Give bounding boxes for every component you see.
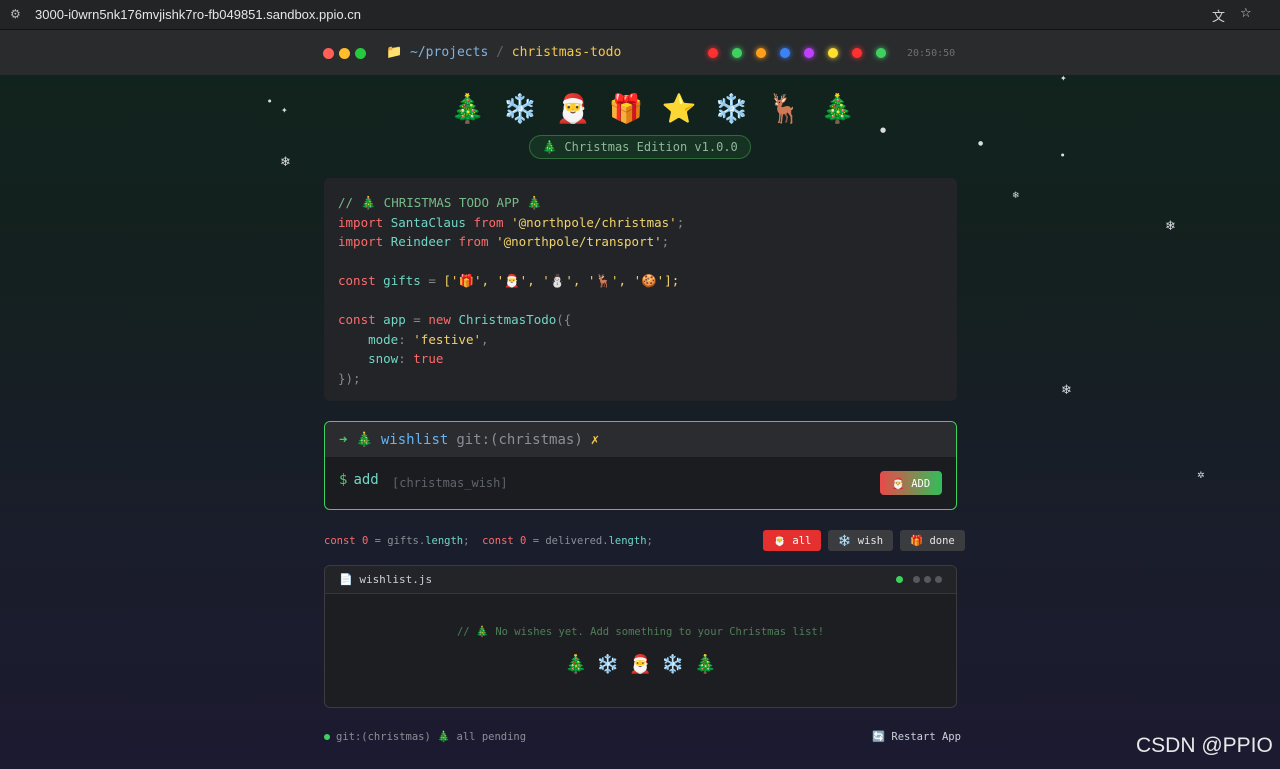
add-button[interactable]: 🎅 ADD <box>880 471 942 495</box>
snowflake-icon: ❄ <box>1061 383 1072 398</box>
light-bulb <box>708 48 718 58</box>
terminal-header: ➜ 🎄 wishlist git:(christmas) ✗ <box>325 422 956 457</box>
code-line: import Reindeer from '@northpole/transpo… <box>338 234 670 249</box>
code-line: mode: 'festive', <box>368 331 489 347</box>
light-bulb <box>852 48 862 58</box>
snowflake-icon: ● <box>978 140 984 147</box>
code-line: const gifts = ['🎁', '🎅', '⛄', '🦌', '🍪']; <box>338 273 680 288</box>
light-bulb <box>732 48 742 58</box>
snowflake-icon: ✦ <box>281 106 288 115</box>
light-bulb <box>780 48 790 58</box>
emoji: 🎅 <box>555 92 591 125</box>
restart-button[interactable]: 🔄 Restart App <box>872 730 961 743</box>
dirty-marker: ✗ <box>590 431 600 448</box>
code-comment: // 🎄 CHRISTMAS TODO APP 🎄 <box>338 195 543 210</box>
emoji: 🎄 <box>820 92 855 125</box>
git-branch: git:(christmas) <box>456 431 583 448</box>
code-line: const app = new ChristmasTodo({ <box>338 312 572 327</box>
light-bulb <box>804 48 814 58</box>
browser-toolbar: ⚙ 3000-i0wrn5nk176mvjishk7ro-fb049851.sa… <box>0 0 1280 30</box>
terminal-dir: wishlist <box>380 431 449 448</box>
version-badge: 🎄 Christmas Edition v1.0.0 <box>529 135 751 159</box>
wish-terminal: ➜ 🎄 wishlist git:(christmas) ✗ $add 🎅 AD… <box>324 421 957 510</box>
path-prefix: 📁 ~/projects <box>386 45 489 60</box>
snowflake-icon: ✦ <box>1060 74 1067 83</box>
status-dot <box>924 576 931 583</box>
empty-message: // 🎄 No wishes yet. Add something to you… <box>456 626 825 638</box>
emoji: 🎅 <box>629 654 652 675</box>
filter-group: 🎅 all ❄️ wish 🎁 done <box>763 530 965 551</box>
maximize-dot[interactable] <box>355 48 366 59</box>
emoji: ❄️ <box>596 654 620 675</box>
code-line: }); <box>338 370 361 386</box>
breadcrumb: 📁 ~/projects / christmas-todo <box>386 45 621 60</box>
wish-input[interactable] <box>392 472 862 494</box>
christmas-lights <box>708 48 886 58</box>
stats-line: const 0 = gifts.length; const 0 = delive… <box>324 535 653 547</box>
emoji: ❄️ <box>714 92 750 125</box>
filter-wish-button[interactable]: ❄️ wish <box>828 530 894 551</box>
filter-done-button[interactable]: 🎁 done <box>900 530 965 551</box>
code-line: import SantaClaus from '@northpole/chris… <box>338 214 685 230</box>
snowflake-icon: ● <box>1061 152 1065 157</box>
file-status-dots <box>896 576 942 583</box>
light-bulb <box>756 48 766 58</box>
code-block: // 🎄 CHRISTMAS TODO APP 🎄 import SantaCl… <box>324 178 957 401</box>
snowflake-icon: ❄ <box>280 155 291 170</box>
wishlist-panel: 📄 wishlist.js // 🎄 No wishes yet. Add so… <box>324 565 957 708</box>
gift-count: 0 <box>361 535 369 547</box>
file-header: 📄 wishlist.js <box>325 566 956 594</box>
file-name: 📄 wishlist.js <box>339 573 433 586</box>
translate-icon[interactable]: 文 <box>1212 6 1225 25</box>
emoji: 🦌 <box>767 92 803 125</box>
snowflake-icon: ❄ <box>1165 219 1176 234</box>
app-header: 📁 ~/projects / christmas-todo 20:50:50 <box>0 30 1280 75</box>
repo-name: christmas-todo <box>511 45 622 60</box>
snowflake-icon: ❄ <box>1012 191 1020 201</box>
clock: 20:50:50 <box>907 48 956 59</box>
emoji: ⭐ <box>661 92 697 125</box>
status-dot <box>935 576 942 583</box>
emoji: 🎁 <box>608 92 644 125</box>
snowflake-icon: ● <box>880 126 887 134</box>
snowflake-icon: ● <box>268 98 272 103</box>
emoji: 🎄 <box>450 92 485 125</box>
status-dot <box>896 576 903 583</box>
bookmark-star-icon[interactable]: ☆ <box>1240 6 1252 21</box>
code-line: snow: true <box>368 351 444 366</box>
emoji-banner: 🎄 ❄️ 🎅 🎁 ⭐ ❄️ 🦌 🎄 <box>450 92 855 125</box>
status-dot <box>324 734 330 740</box>
delivered-count: 0 <box>520 535 527 547</box>
close-dot[interactable] <box>323 48 334 59</box>
arrow-icon: ➜ <box>339 431 348 448</box>
site-settings-icon[interactable]: ⚙ <box>10 7 26 23</box>
command-label: add <box>353 472 379 488</box>
empty-emoji-row: 🎄 ❄️ 🎅 ❄️ 🎄 <box>325 654 956 675</box>
emoji: 🎄 <box>694 654 717 675</box>
tree-icon: 🎄 <box>355 431 373 448</box>
emoji: 🎄 <box>564 654 587 675</box>
filter-all-button[interactable]: 🎅 all <box>763 530 822 551</box>
snowflake-icon: ✲ <box>1197 471 1205 481</box>
light-bulb <box>876 48 886 58</box>
emoji: ❄️ <box>502 92 538 125</box>
path-separator: / <box>496 45 504 60</box>
prompt: $ add <box>339 472 379 488</box>
window-controls <box>323 48 366 59</box>
light-bulb <box>828 48 838 58</box>
minimize-dot[interactable] <box>339 48 350 59</box>
status-dot <box>913 576 920 583</box>
emoji: ❄️ <box>661 654 685 675</box>
address-bar[interactable]: 3000-i0wrn5nk176mvjishk7ro-fb049851.sand… <box>35 7 361 22</box>
footer-status: git:(christmas) 🎄 all pending <box>324 730 526 743</box>
watermark: CSDN @PPIO <box>1136 734 1273 757</box>
